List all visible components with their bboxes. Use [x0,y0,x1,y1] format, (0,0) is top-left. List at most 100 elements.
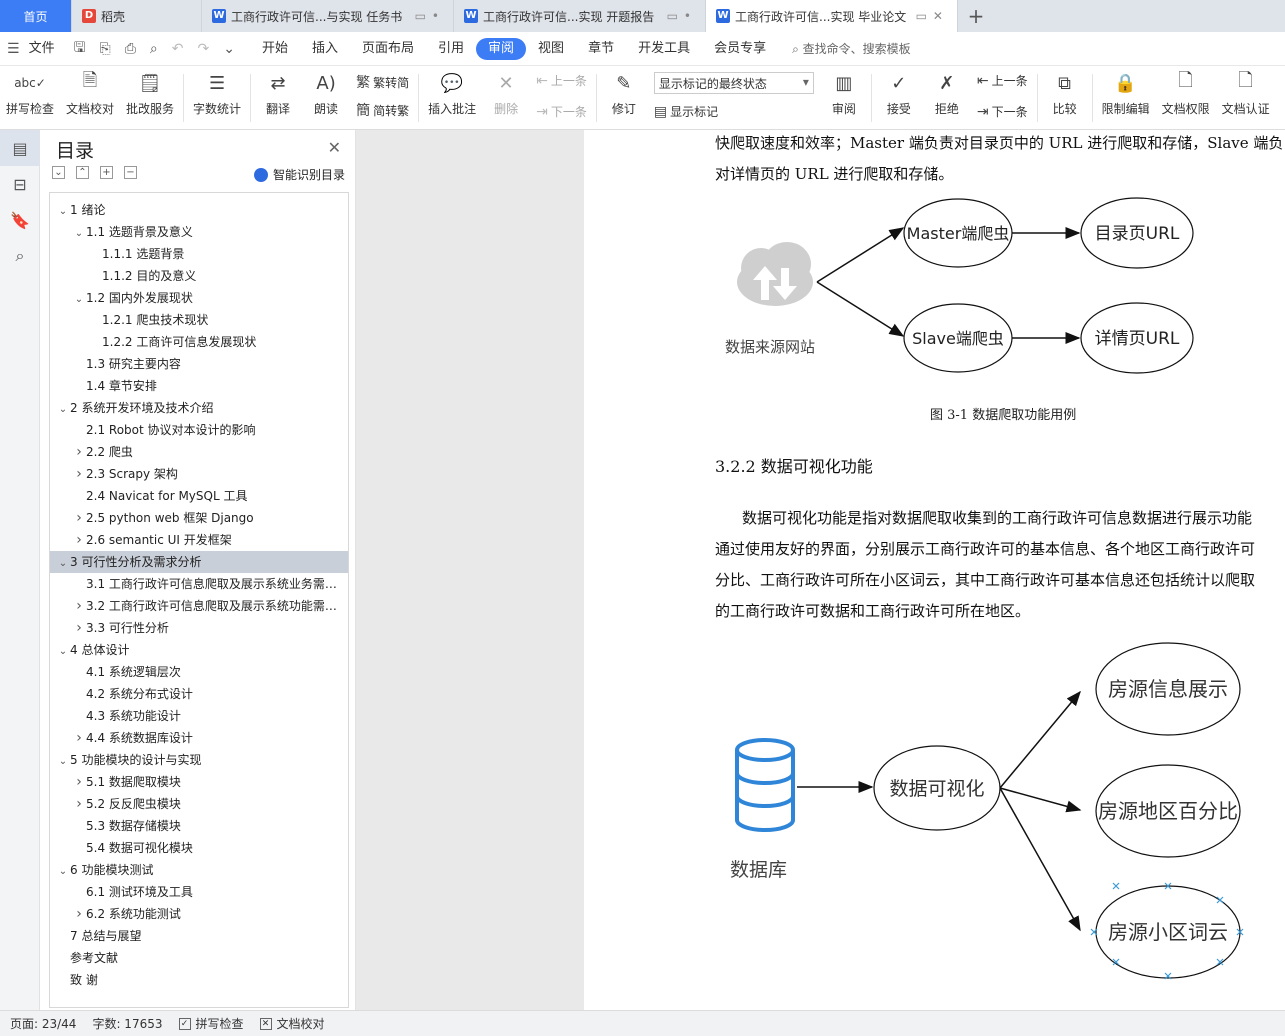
markup-mode-select[interactable]: 显示标记的最终状态 [653,72,814,94]
document-page[interactable]: 快爬取速度和效率；Master 端负责对目录页中的 URL 进行爬取和存储，Sl… [584,130,1285,1010]
add-tab-icon[interactable]: + [958,0,994,32]
menu-insert[interactable]: 插入 [300,38,350,60]
chevron-down-icon[interactable]: ⌄ [56,751,70,771]
doc-permission-button[interactable]: 🗋 文档权限 [1156,70,1216,117]
chevron-right-icon[interactable]: › [72,529,86,551]
toc-item[interactable]: ⌄ 3 可行性分析及需求分析 [50,551,348,573]
save-icon[interactable]: 🖫 [67,37,93,61]
prev-comment-button[interactable]: ⇤ 上一条 [536,72,587,89]
toc-item[interactable]: › 2.5 python web 框架 Django [50,507,348,529]
tab-proposal-doc[interactable]: W 工商行政许可信...实现 开题报告 ▭• [454,0,706,32]
chevron-right-icon[interactable]: › [72,771,86,793]
chapter-nav-icon[interactable]: ⊟ [0,166,40,202]
command-search[interactable]: ⌕ 查找命令、搜索模板 [778,40,911,57]
spell-check-toggle[interactable]: ✓ 拼写检查 [178,1015,244,1032]
chevron-down-icon[interactable]: ⌄ [56,553,70,573]
chevron-right-icon[interactable]: › [72,727,86,749]
toc-item[interactable]: 参考文献 [50,947,348,969]
chevron-down-icon[interactable]: ⌄ [56,861,70,881]
toc-item[interactable]: 5.4 数据可视化模块 [50,837,348,859]
next-revision-button[interactable]: ⇥ 下一条 [977,103,1028,120]
trad-to-simp-button[interactable]: 繁繁转简 [356,72,409,92]
menu-member[interactable]: 会员专享 [702,38,778,60]
toc-item[interactable]: 1.1.2 目的及意义 [50,265,348,287]
toc-item[interactable]: › 3.3 可行性分析 [50,617,348,639]
reject-button[interactable]: ✗ 拒绝 [923,70,971,117]
toc-item[interactable]: › 6.2 系统功能测试 [50,903,348,925]
chevron-down-icon[interactable]: ⌄ [72,223,86,243]
remove-heading-icon[interactable]: − [124,166,137,179]
page-indicator[interactable]: 页面: 23/44 [10,1015,76,1032]
review-pane-button[interactable]: ▥ 审阅 [820,70,868,117]
toc-item[interactable]: ⌄ 2 系统开发环境及技术介绍 [50,397,348,419]
toc-item[interactable]: 2.4 Navicat for MySQL 工具 [50,485,348,507]
menu-layout[interactable]: 页面布局 [350,38,426,60]
redo-icon[interactable]: ↷ [191,41,217,57]
toc-item[interactable]: ⌄ 4 总体设计 [50,639,348,661]
close-icon[interactable]: ▭✕ [916,9,949,23]
menu-reference[interactable]: 引用 [426,38,476,60]
proofread-button[interactable]: 🗎 文档校对 [60,70,120,117]
toc-item[interactable]: 4.3 系统功能设计 [50,705,348,727]
menu-review[interactable]: 审阅 [476,37,527,60]
more-icon[interactable]: ⌄ [216,41,242,57]
print-icon[interactable]: ⎙ [118,41,143,57]
expand-all-icon[interactable]: ⌃ [76,166,89,179]
hamburger-icon[interactable]: ☰ [0,41,27,57]
word-count-button[interactable]: ☰ 字数统计 [187,70,247,117]
tab-home[interactable]: 首页 [0,0,72,32]
toc-item[interactable]: 4.1 系统逻辑层次 [50,661,348,683]
restrict-edit-button[interactable]: 🔒 限制编辑 [1096,70,1156,117]
toc-item[interactable]: › 5.1 数据爬取模块 [50,771,348,793]
compare-button[interactable]: ⧉ 比较 [1041,70,1089,117]
toc-item[interactable]: ⌄ 1.2 国内外发展现状 [50,287,348,309]
toc-item[interactable]: › 2.6 semantic UI 开发框架 [50,529,348,551]
toc-item[interactable]: 1.1.1 选题背景 [50,243,348,265]
search-icon[interactable]: ⌕ [0,238,40,274]
chevron-right-icon[interactable]: › [72,793,86,815]
annotate-service-button[interactable]: 🗒 批改服务 [120,70,180,117]
word-count-indicator[interactable]: 字数: 17653 [92,1015,162,1032]
smart-toc-button[interactable]: 智能识别目录 [253,166,345,183]
doc-auth-button[interactable]: 🗋 文档认证 [1216,70,1276,117]
tab-task-doc[interactable]: W 工商行政许可信...与实现 任务书 ▭• [202,0,454,32]
toc-panel-icon[interactable]: ▤ [0,130,40,166]
print-preview-icon[interactable]: ⌕ [143,41,165,57]
toc-item[interactable]: 1.2.1 爬虫技术现状 [50,309,348,331]
toc-item[interactable]: 3.1 工商行政许可信息爬取及展示系统业务需求分析 [50,573,348,595]
undo-icon[interactable]: ↶ [165,41,191,57]
toc-item[interactable]: 2.1 Robot 协议对本设计的影响 [50,419,348,441]
chevron-right-icon[interactable]: › [72,507,86,529]
toc-item[interactable]: › 3.2 工商行政许可信息爬取及展示系统功能需求分析 [50,595,348,617]
menu-start[interactable]: 开始 [250,38,300,60]
toc-item[interactable]: › 4.4 系统数据库设计 [50,727,348,749]
track-changes-button[interactable]: ✎ 修订 [600,70,648,117]
tab-tools-icon[interactable]: ▭• [415,9,445,23]
toc-item[interactable]: 5.3 数据存储模块 [50,815,348,837]
insert-comment-button[interactable]: 💬 插入批注 [422,70,482,117]
toc-item[interactable]: › 2.2 爬虫 [50,441,348,463]
close-icon[interactable]: ✕ [328,138,341,157]
export-icon[interactable]: ⎘ [93,41,118,57]
read-aloud-button[interactable]: A) 朗读 [302,70,350,117]
chevron-right-icon[interactable]: › [72,903,86,925]
menu-file[interactable]: 文件 [27,38,67,60]
chevron-down-icon[interactable]: ⌄ [56,399,70,419]
tab-thesis-doc[interactable]: W 工商行政许可信...实现 毕业论文 ▭✕ [706,0,958,32]
chevron-down-icon[interactable]: ⌄ [56,201,70,221]
tab-tools-icon[interactable]: ▭• [667,9,697,23]
spell-check-button[interactable]: abc✓ 拼写检查 [0,70,60,117]
toc-item[interactable]: 致 谢 [50,969,348,991]
toc-item[interactable]: 1.3 研究主要内容 [50,353,348,375]
chevron-right-icon[interactable]: › [72,595,86,617]
tab-docer[interactable]: D 稻壳 [72,0,202,32]
collapse-all-icon[interactable]: ⌄ [52,166,65,179]
toc-item[interactable]: 1.2.2 工商许可信息发展现状 [50,331,348,353]
accept-button[interactable]: ✓ 接受 [875,70,923,117]
show-markup-button[interactable]: ▤ 显示标记 [654,103,814,120]
toc-item[interactable]: › 2.3 Scrapy 架构 [50,463,348,485]
toc-item[interactable]: 7 总结与展望 [50,925,348,947]
toc-item[interactable]: ⌄ 1 绪论 [50,199,348,221]
chevron-right-icon[interactable]: › [72,441,86,463]
simp-to-trad-button[interactable]: 簡简转繁 [356,100,409,120]
